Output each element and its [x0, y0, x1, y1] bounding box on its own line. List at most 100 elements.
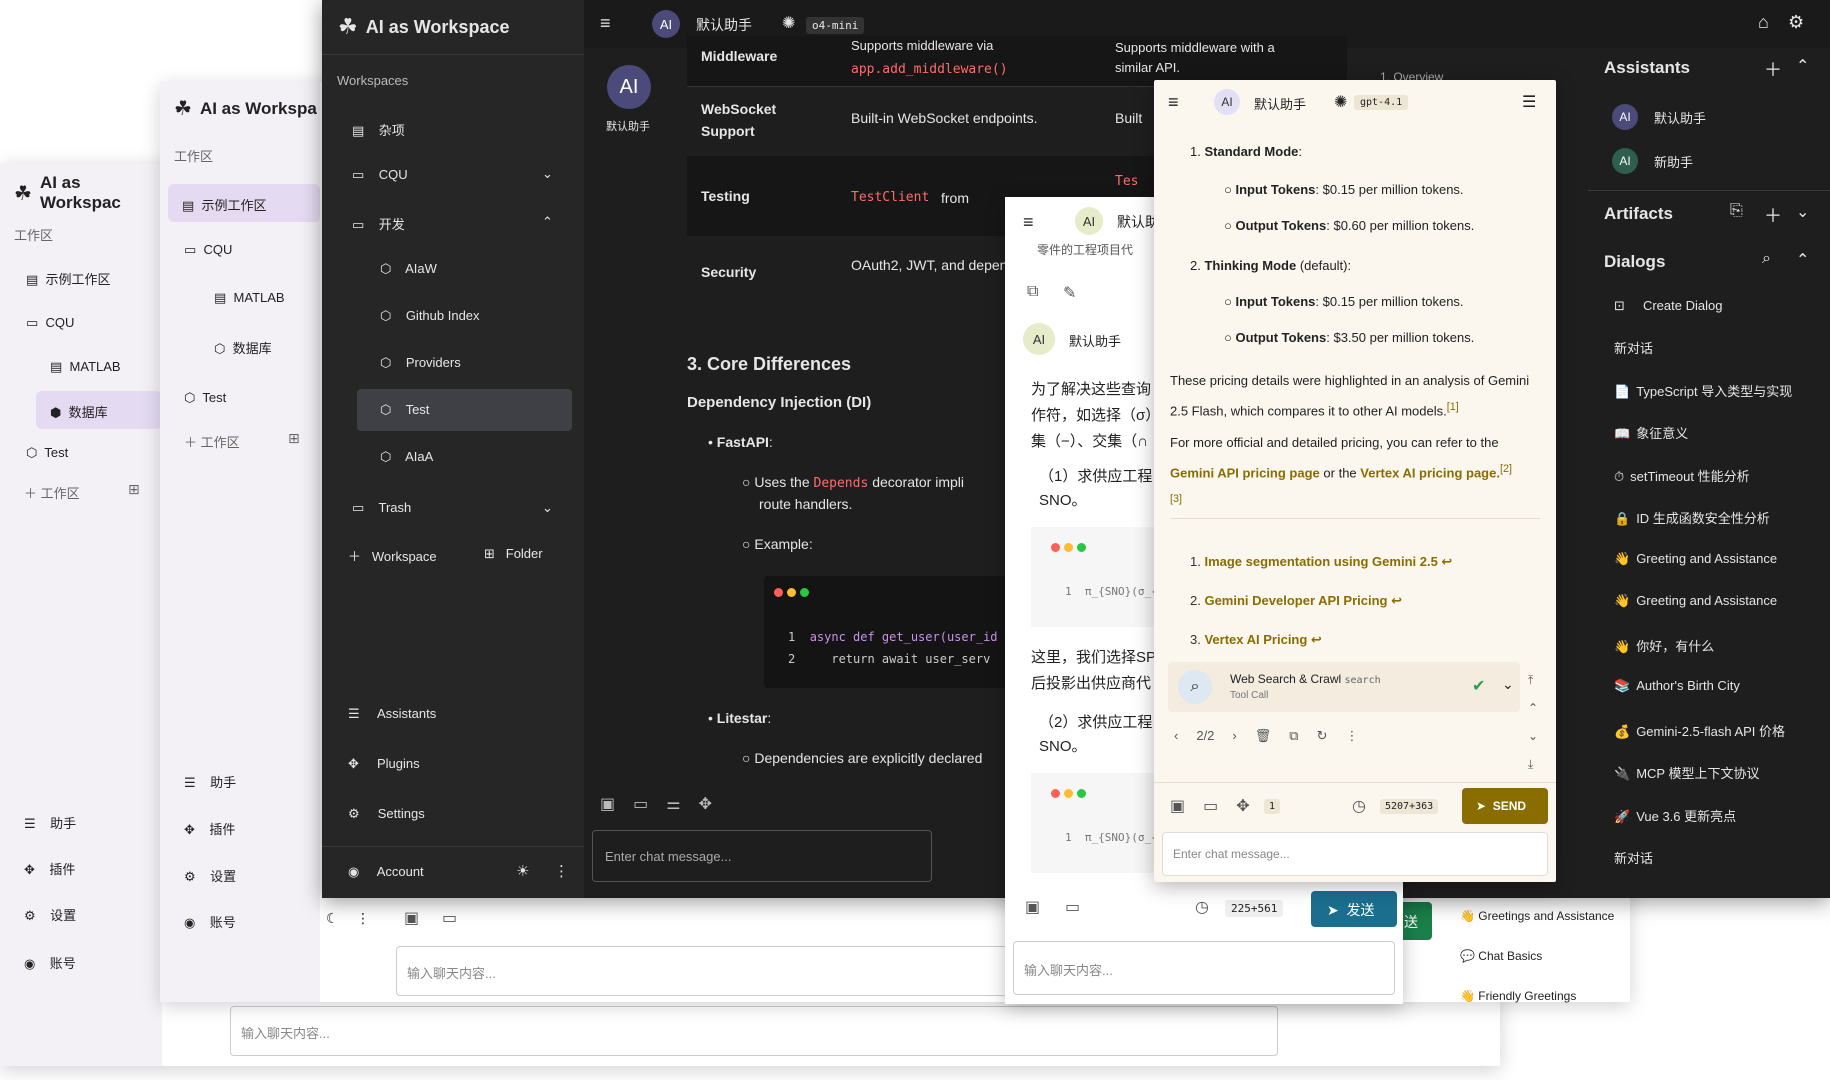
chevron-down-icon[interactable]: ⌄	[1502, 676, 1514, 693]
image-icon[interactable]: ▣	[600, 794, 615, 814]
pricing-link[interactable]: Vertex AI pricing page.	[1360, 465, 1500, 480]
tree-item[interactable]: ⬡ AIaA	[380, 449, 433, 465]
chevron-up-icon[interactable]: ⌃	[1796, 250, 1809, 270]
dialog-item[interactable]: 📖 象征意义	[1614, 423, 1826, 466]
sliders-icon[interactable]: ⚌	[666, 794, 680, 814]
puzzle-icon[interactable]: ✥	[699, 794, 712, 814]
tree-item[interactable]: ▭ CQU	[184, 242, 232, 258]
account-button[interactable]: ◉ 账号	[184, 912, 236, 931]
copy-icon[interactable]: ⧉	[1027, 283, 1038, 301]
tree-item[interactable]: ▤ 杂项	[352, 120, 405, 139]
tree-item[interactable]: ⬡ AIaW	[380, 261, 437, 277]
tree-item-selected[interactable]: ⬢ 数据库	[36, 391, 162, 429]
dialog-item[interactable]: 💬 Chat Basics	[1460, 936, 1614, 976]
plus-icon[interactable]: ＋	[1764, 56, 1782, 82]
image-icon[interactable]: ▣	[1025, 897, 1040, 917]
tree-item[interactable]: ▭ CQU	[352, 167, 408, 183]
assistant-name[interactable]: 默认助	[1117, 212, 1159, 232]
puzzle-icon[interactable]: ✥	[1236, 796, 1249, 816]
scroll-up-icon[interactable]: ⌃	[1528, 694, 1538, 722]
chevron-up-icon[interactable]: ⌃	[542, 214, 553, 230]
nav-settings[interactable]: ⚙ Settings	[348, 806, 425, 822]
add-folder-button[interactable]: ⊞ Folder	[484, 546, 543, 562]
refresh-icon[interactable]: ↻	[1317, 728, 1328, 744]
tree-item[interactable]: ▭ 开发	[352, 214, 405, 233]
add-workspace-button[interactable]: ＋ 工作区	[184, 432, 240, 451]
tool-call-card[interactable]: ⌕ Web Search & Crawl search Tool Call ✔ …	[1168, 662, 1520, 712]
tree-item[interactable]: ⬡ Providers	[380, 355, 461, 371]
scroll-bottom-icon[interactable]: ⤓	[1528, 750, 1538, 778]
tree-item-selected[interactable]: ⬡ Test	[357, 389, 572, 431]
dialog-item[interactable]: 🔌 MCP 模型上下文协议	[1614, 763, 1826, 806]
reference-item[interactable]: 3. Vertex AI Pricing ↩	[1190, 620, 1452, 659]
assistant-name[interactable]: 默认助手	[1254, 94, 1306, 113]
account-button[interactable]: ◉ Account	[348, 864, 424, 880]
nav-plugins[interactable]: ✥ 插件	[184, 819, 235, 838]
home-icon[interactable]: ⌂	[1758, 12, 1769, 33]
menu-icon[interactable]: ≡	[1168, 92, 1179, 113]
tree-item-selected[interactable]: ▤ 示例工作区	[168, 184, 320, 222]
tree-item[interactable]: ▭ CQU	[26, 315, 74, 331]
reference-item[interactable]: 2. Gemini Developer API Pricing ↩	[1190, 581, 1452, 620]
dialog-item[interactable]: 🚀 Vue 3.6 更新亮点	[1614, 806, 1826, 849]
new-file-icon[interactable]: ⎘	[1730, 202, 1743, 220]
edit-icon[interactable]: ✎	[1063, 283, 1076, 303]
send-button[interactable]: 送	[1400, 902, 1432, 940]
dialog-item[interactable]: 💰 Gemini-2.5-flash API 价格	[1614, 721, 1826, 764]
nav-assistants[interactable]: ☰ 助手	[24, 813, 76, 832]
tree-item[interactable]: ⬡ 数据库	[214, 338, 272, 357]
chevron-down-icon[interactable]: ⌄	[542, 166, 553, 182]
dialog-item[interactable]: 👋 Greeting and Assistance	[1614, 551, 1826, 594]
chevron-down-icon[interactable]: ⌄	[1796, 202, 1809, 222]
dialog-item[interactable]: 👋 Greeting and Assistance	[1614, 593, 1826, 636]
menu-icon[interactable]: ≡	[600, 13, 611, 34]
dialog-item[interactable]: 新对话	[1614, 338, 1826, 381]
tree-item[interactable]: ⬡ Test	[184, 390, 226, 406]
dialog-item[interactable]: 👋 你好，有什么	[1614, 636, 1826, 679]
reference-item[interactable]: 1. Image segmentation using Gemini 2.5 ↩	[1190, 542, 1452, 581]
more-icon[interactable]: ⋮	[554, 862, 569, 880]
tree-item[interactable]: ⬡ Github Index	[380, 308, 480, 324]
image-icon[interactable]: ▣	[404, 908, 419, 928]
send-button[interactable]: ➤ SEND	[1462, 788, 1548, 824]
nav-assistants[interactable]: ☰ Assistants	[348, 706, 436, 722]
moon-icon[interactable]: ☾	[326, 910, 339, 927]
tree-item[interactable]: ▤ MATLAB	[50, 359, 121, 375]
tree-item[interactable]: ▤ 示例工作区	[26, 269, 111, 288]
dialog-item[interactable]: 👋 Greetings and Assistance	[1460, 896, 1614, 936]
outline-icon[interactable]: ☰	[1522, 92, 1536, 112]
chat-input[interactable]: 输入聊天内容...	[1013, 941, 1395, 995]
nav-assistants[interactable]: ☰ 助手	[184, 772, 236, 791]
chevron-right-icon[interactable]: ›	[1232, 728, 1236, 744]
menu-icon[interactable]: ≡	[1023, 212, 1034, 233]
nav-settings[interactable]: ⚙ 设置	[24, 905, 76, 924]
create-dialog-button[interactable]: ⊡ Create Dialog	[1614, 298, 1722, 314]
chevron-left-icon[interactable]: ‹	[1174, 728, 1178, 744]
tree-item[interactable]: ▭ Trash	[352, 500, 411, 516]
assistant-item[interactable]: AI 新助手	[1612, 148, 1693, 174]
account-button[interactable]: ◉ 账号	[24, 953, 76, 972]
scroll-down-icon[interactable]: ⌄	[1528, 722, 1538, 750]
nav-plugins[interactable]: ✥ Plugins	[348, 756, 420, 772]
chat-input[interactable]: Enter chat message...	[592, 830, 932, 882]
nav-settings[interactable]: ⚙ 设置	[184, 866, 236, 885]
dialog-item[interactable]: 新对话	[1614, 848, 1826, 891]
copy-icon[interactable]: ⧉	[1289, 728, 1298, 744]
send-button[interactable]: ➤ 发送	[1311, 891, 1397, 927]
assistant-item[interactable]: AI 默认助手	[1612, 104, 1706, 130]
chevron-down-icon[interactable]: ⌄	[542, 500, 553, 516]
dialog-item[interactable]: 📄 TypeScript 导入类型与实现	[1614, 381, 1826, 424]
dialog-item[interactable]: 🔒 ID 生成函数安全性分析	[1614, 508, 1826, 551]
more-icon[interactable]: ⋮	[1345, 728, 1358, 744]
search-icon[interactable]: ⌕	[1762, 250, 1771, 268]
folder-icon[interactable]: ▭	[442, 908, 457, 928]
gear-icon[interactable]: ⚙	[1788, 12, 1804, 33]
dialog-item[interactable]: 👋 Friendly Greetings	[1460, 976, 1614, 1016]
scroll-top-icon[interactable]: ⤒	[1528, 666, 1538, 694]
chat-input[interactable]: 输入聊天内容...	[230, 1006, 1278, 1056]
tree-item[interactable]: ⬡ Test	[26, 445, 68, 461]
nav-plugins[interactable]: ✥ 插件	[24, 859, 75, 878]
folder-icon[interactable]: ▭	[633, 794, 648, 814]
folder-icon[interactable]: ▭	[1203, 796, 1218, 816]
plus-icon[interactable]: ＋	[1764, 202, 1782, 228]
